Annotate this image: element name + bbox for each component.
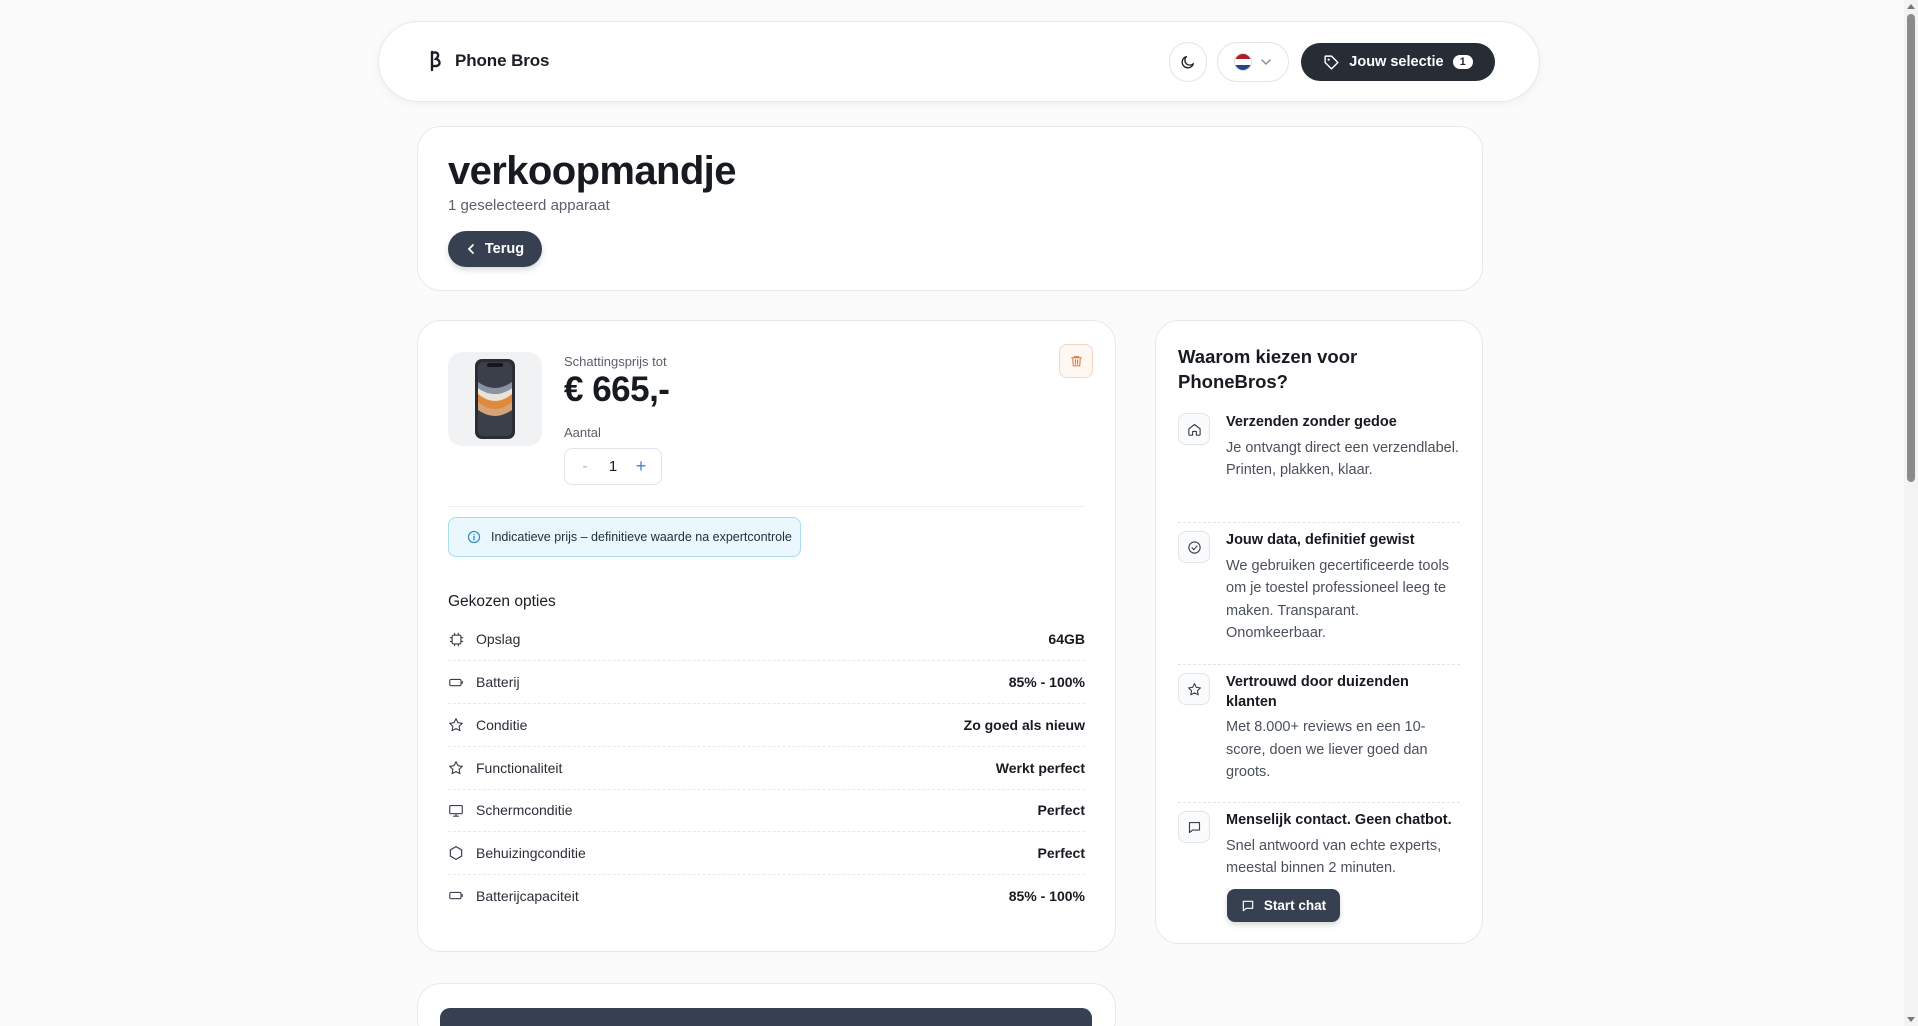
checkout-card [417, 983, 1116, 1026]
why-item-trust: Vertrouwd door duizenden klanten Met 8.0… [1178, 673, 1460, 784]
tag-icon [1324, 54, 1339, 70]
option-label: Behuizingconditie [476, 845, 586, 861]
quantity-decrease-button[interactable]: - [575, 458, 595, 476]
option-value: Werkt perfect [995, 760, 1085, 776]
why-phonebros-card: Waarom kiezen voor PhoneBros? Verzenden … [1155, 320, 1483, 944]
why-text: Je ontvangt direct een verzendlabel. Pri… [1226, 439, 1459, 479]
scrollbar-thumb[interactable] [1907, 14, 1915, 482]
flag-nl-icon [1234, 53, 1252, 71]
page-subtitle: 1 geselecteerd apparaat [448, 197, 610, 214]
options-heading: Gekozen opties [448, 593, 556, 610]
why-item-data: Jouw data, definitief gewist We gebruike… [1178, 531, 1460, 644]
start-chat-button[interactable]: Start chat [1227, 889, 1340, 922]
option-row-battery: Batterij 85% - 100% [448, 661, 1085, 704]
option-row-screen: Schermconditie Perfect [448, 789, 1085, 832]
option-value: Perfect [1037, 845, 1085, 861]
scroll-down-arrow-icon[interactable] [1907, 1017, 1915, 1022]
divider [1178, 802, 1460, 803]
option-label: Batterij [476, 674, 520, 690]
option-label: Functionaliteit [476, 760, 563, 776]
why-title: Waarom kiezen voor PhoneBros? [1178, 346, 1358, 392]
your-selection-button[interactable]: Jouw selectie 1 [1301, 43, 1495, 81]
why-text: We gebruiken gecertificeerde tools om je… [1226, 557, 1449, 641]
option-row-condition: Conditie Zo goed als nieuw [448, 704, 1085, 747]
page-scrollbar[interactable] [1904, 0, 1918, 1026]
chevron-down-icon [1261, 59, 1271, 66]
why-item-shipping: Verzenden zonder gedoe Je ontvangt direc… [1178, 413, 1460, 482]
start-chat-label: Start chat [1263, 898, 1327, 913]
estimate-price: € 665,- [564, 370, 670, 409]
info-text: Indicatieve prijs – definitieve waarde n… [491, 530, 792, 544]
theme-toggle-button[interactable] [1169, 42, 1207, 82]
hexagon-icon [448, 845, 464, 861]
checkout-button[interactable] [440, 1008, 1092, 1026]
why-heading: Vertrouwd door duizenden klanten [1226, 674, 1409, 710]
top-navbar: Phone Bros Jouw selectie 1 [378, 21, 1540, 102]
chat-icon [1178, 811, 1210, 843]
home-icon [1178, 413, 1210, 445]
back-button[interactable]: Terug [448, 231, 542, 267]
selection-label: Jouw selectie [1349, 54, 1444, 70]
option-row-battery-capacity: Batterijcapaciteit 85% - 100% [448, 874, 1085, 917]
estimate-label: Schattingsprijs tot [564, 354, 667, 369]
why-heading: Verzenden zonder gedoe [1226, 414, 1397, 430]
why-text: Snel antwoord van echte experts, meestal… [1226, 837, 1442, 877]
cart-header-card: verkoopmandje 1 geselecteerd apparaat Te… [417, 126, 1483, 291]
check-circle-icon [1178, 531, 1210, 563]
battery-icon [448, 888, 464, 904]
why-item-contact: Menselijk contact. Geen chatbot. Snel an… [1178, 811, 1460, 880]
chat-icon [1242, 900, 1254, 911]
product-card: Schattingsprijs tot € 665,- Aantal - 1 +… [417, 320, 1116, 952]
why-text: Met 8.000+ reviews en een 10-score, doen… [1226, 719, 1428, 781]
why-heading: Jouw data, definitief gewist [1226, 532, 1415, 548]
option-label: Conditie [476, 717, 528, 733]
star-icon [448, 717, 464, 733]
brand[interactable]: Phone Bros [427, 50, 550, 72]
remove-item-button[interactable] [1059, 344, 1093, 378]
info-icon [467, 530, 481, 544]
language-select[interactable] [1217, 42, 1289, 82]
chevron-left-icon [467, 244, 474, 254]
chip-icon [448, 631, 464, 647]
brand-name: Phone Bros [455, 51, 550, 70]
why-heading: Menselijk contact. Geen chatbot. [1226, 812, 1452, 828]
quantity-label: Aantal [564, 425, 601, 440]
selection-count-badge: 1 [1452, 55, 1473, 69]
moon-icon [1181, 56, 1194, 69]
quantity-increase-button[interactable]: + [631, 456, 651, 477]
option-value: 64GB [1048, 631, 1085, 647]
divider [1178, 664, 1460, 665]
scroll-up-arrow-icon[interactable] [1907, 4, 1915, 9]
star-icon [1178, 673, 1210, 705]
star-icon [448, 760, 464, 776]
quantity-stepper: - 1 + [564, 448, 662, 485]
option-row-storage: Opslag 64GB [448, 618, 1085, 661]
monitor-icon [448, 802, 464, 818]
divider [448, 506, 1085, 507]
price-info-notice: Indicatieve prijs – definitieve waarde n… [448, 517, 801, 557]
option-label: Schermconditie [476, 802, 573, 818]
brand-logo-icon [430, 50, 441, 72]
quantity-value: 1 [608, 458, 618, 475]
option-value: Perfect [1037, 802, 1085, 818]
option-row-housing: Behuizingconditie Perfect [448, 832, 1085, 875]
option-label: Batterijcapaciteit [476, 887, 579, 904]
trash-icon [1070, 356, 1082, 367]
option-label: Opslag [476, 631, 521, 647]
divider [1178, 522, 1460, 523]
page-title: verkoopmandje [448, 149, 736, 193]
battery-icon [448, 674, 464, 690]
option-value: 85% - 100% [1008, 674, 1085, 690]
product-image [448, 352, 542, 446]
option-row-functionality: Functionaliteit Werkt perfect [448, 747, 1085, 790]
option-value: Zo goed als nieuw [963, 717, 1085, 733]
phone-image [475, 359, 515, 439]
back-label: Terug [484, 241, 525, 257]
option-value: 85% - 100% [1008, 887, 1085, 904]
